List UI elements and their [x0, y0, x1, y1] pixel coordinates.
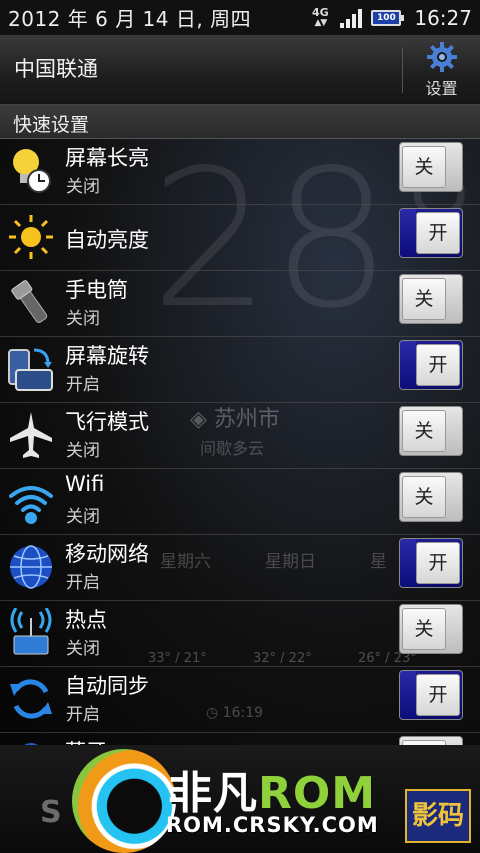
airplane-mode-toggle[interactable]: 关 [399, 406, 463, 456]
settings-label: 设置 [425, 78, 458, 98]
setting-status: 关闭 [66, 639, 100, 659]
setting-row-auto-brightness[interactable]: 自动亮度 开 [0, 205, 480, 271]
toggle-knob: 关 [402, 278, 446, 320]
network-4g-icon: 4G ▲▼ [309, 7, 331, 29]
flashlight-toggle[interactable]: 关 [399, 274, 463, 324]
quick-settings-header: 快速设置 [0, 105, 480, 139]
screen-on-toggle[interactable]: 关 [399, 142, 463, 192]
status-bar: 2012 年 6 月 14 日, 周四 4G ▲▼ 100 16:27 [0, 0, 480, 35]
setting-status: 关闭 [66, 177, 100, 197]
setting-row-hotspot[interactable]: 热点 关闭 关 [0, 601, 480, 667]
auto-sync-toggle[interactable]: 开 [399, 670, 463, 720]
watermark-right-logo: 影码 [405, 789, 471, 843]
setting-label: 屏幕长亮 [65, 146, 149, 170]
setting-row-screen-rotation[interactable]: 屏幕旋转 开启 开 [0, 337, 480, 403]
setting-status: 关闭 [66, 309, 100, 329]
toggle-knob: 开 [416, 212, 460, 254]
setting-row-flashlight[interactable]: 手电筒 关闭 关 [0, 271, 480, 337]
sun-icon [9, 215, 53, 259]
sync-icon [10, 679, 52, 719]
toggle-knob: 开 [416, 344, 460, 386]
setting-row-airplane-mode[interactable]: 飞行模式 关闭 关 [0, 403, 480, 469]
battery-level: 100 [376, 12, 396, 23]
setting-status: 开启 [66, 573, 100, 593]
toggle-knob: 开 [416, 674, 460, 716]
setting-label: 屏幕旋转 [65, 344, 149, 368]
screen-rotation-toggle[interactable]: 开 [399, 340, 463, 390]
status-icons: 4G ▲▼ 100 16:27 [309, 6, 472, 30]
mobile-network-toggle[interactable]: 开 [399, 538, 463, 588]
setting-row-screen-on[interactable]: 屏幕长亮 关闭 关 [0, 139, 480, 205]
quick-settings-list[interactable]: 28°C ◈ 苏州市 间歇多云 星期六星期日星 33° / 21°32° / 2… [0, 139, 480, 759]
setting-status: 开启 [66, 375, 100, 395]
carrier-name: 中国联通 [14, 56, 98, 81]
airplane-icon [10, 412, 52, 458]
wifi-toggle[interactable]: 关 [399, 472, 463, 522]
network-type-label: 4G [312, 5, 329, 19]
gear-icon [426, 41, 457, 72]
watermark-faded-text: S [40, 795, 62, 830]
setting-label: Wifi [65, 472, 105, 496]
setting-label: 手电筒 [65, 278, 128, 302]
setting-label: 飞行模式 [65, 410, 149, 434]
setting-row-mobile-network[interactable]: 移动网络 开启 开 [0, 535, 480, 601]
toggle-knob: 关 [402, 410, 446, 452]
settings-button[interactable]: 设置 [403, 35, 480, 105]
setting-label: 移动网络 [65, 542, 149, 566]
brand-ring-logo [72, 749, 176, 853]
hotspot-toggle[interactable]: 关 [399, 604, 463, 654]
setting-label: 热点 [65, 608, 107, 632]
screen-rotate-icon [8, 348, 53, 391]
setting-status: 开启 [66, 705, 100, 725]
notification-header: 中国联通 设置 [0, 35, 480, 105]
setting-row-wifi[interactable]: Wifi 关闭 关 [0, 469, 480, 535]
toggle-knob: 关 [402, 146, 446, 188]
hotspot-icon [10, 608, 52, 655]
status-time: 16:27 [414, 5, 472, 30]
globe-icon [10, 545, 52, 589]
flashlight-icon [11, 280, 48, 323]
toggle-knob: 开 [416, 542, 460, 584]
status-date: 2012 年 6 月 14 日, 周四 [8, 7, 252, 31]
toggle-knob: 关 [402, 608, 446, 650]
setting-label: 自动同步 [65, 674, 149, 698]
watermark-banner: S 非凡ROM ROM.CRSKY.COM 影码 [0, 745, 480, 853]
watermark-url: ROM.CRSKY.COM [166, 813, 379, 837]
setting-label: 自动亮度 [65, 228, 149, 252]
toggle-knob: 关 [402, 476, 446, 518]
battery-icon: 100 [371, 9, 405, 26]
auto-brightness-toggle[interactable]: 开 [399, 208, 463, 258]
wifi-icon [9, 486, 53, 524]
setting-row-auto-sync[interactable]: 自动同步 开启 开 [0, 667, 480, 733]
setting-status: 关闭 [66, 507, 100, 527]
signal-strength-icon [340, 8, 363, 28]
watermark-brand: 非凡ROM [168, 768, 377, 819]
setting-status: 关闭 [66, 441, 100, 461]
bulb-clock-icon [13, 149, 51, 193]
